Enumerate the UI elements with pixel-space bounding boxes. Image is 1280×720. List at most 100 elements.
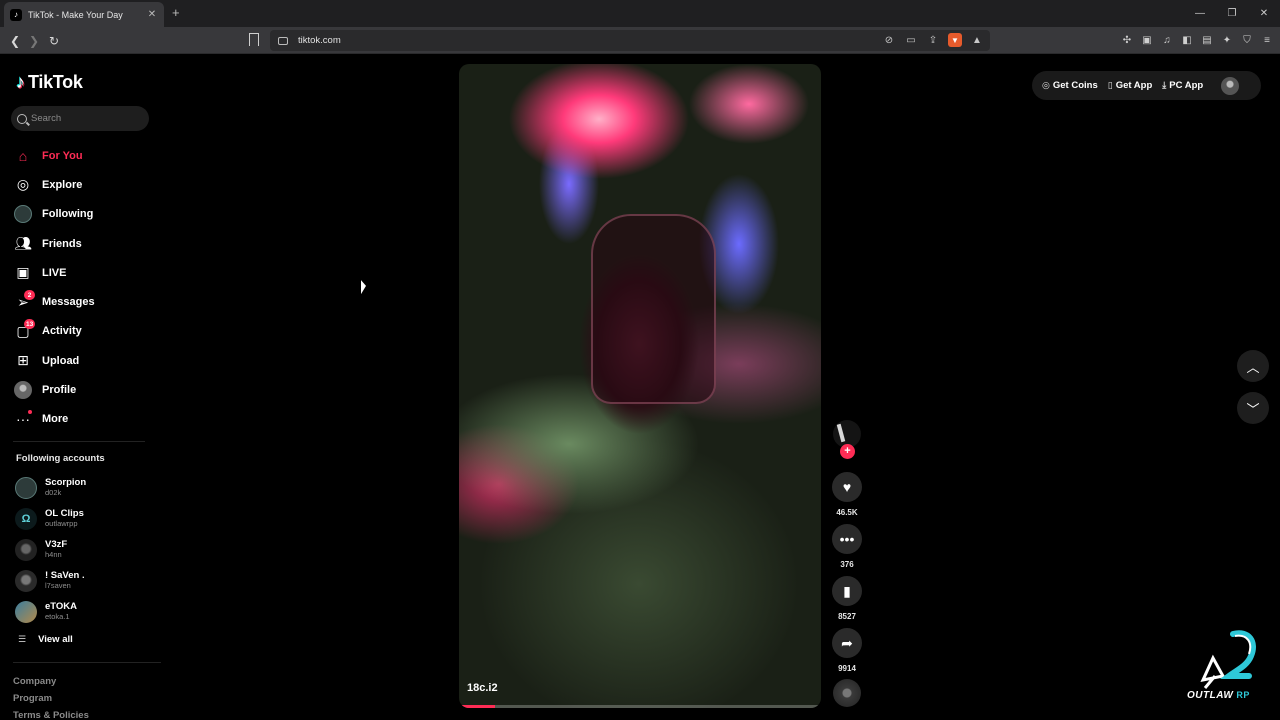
home-icon: ⌂	[18, 147, 28, 164]
url-text: tikt​ok.com	[298, 35, 341, 46]
user-avatar[interactable]	[1221, 76, 1240, 95]
share-count: 9914	[838, 664, 856, 673]
video-player[interactable]: 18c.i2	[459, 64, 821, 708]
account-handle: etoka.1	[45, 611, 70, 621]
sidebar-item-explore[interactable]: ◎ Explore	[14, 170, 154, 199]
footer-link-program[interactable]: Program	[13, 693, 89, 704]
tab-title: TikTok - Make Your Day	[28, 9, 123, 20]
site-settings-icon[interactable]	[278, 36, 288, 45]
forward-icon[interactable]: ❯	[25, 32, 43, 50]
cast-icon[interactable]: ▭	[904, 33, 918, 47]
sidebar-item-more[interactable]: ··· More	[14, 405, 154, 434]
video-caption[interactable]: 18c.i2	[467, 682, 498, 694]
activity-badge: 13	[24, 319, 36, 330]
sidebar-item-friends[interactable]: 👥︎ Friends	[14, 229, 154, 258]
address-bar[interactable]: tikt​ok.com ⊘ ▭ ⇪ ▼ ▲	[270, 30, 990, 51]
sidebar-icon[interactable]: ◧	[1180, 32, 1194, 48]
window-controls: — ❐ ✕	[1184, 0, 1280, 27]
view-all-label: View all	[38, 634, 73, 645]
account-item[interactable]: Scorpion d02k	[15, 472, 155, 503]
new-tab-icon[interactable]: +	[172, 5, 180, 20]
tiktok-favicon-icon: ♪	[10, 8, 22, 21]
next-video-button[interactable]: ﹀	[1237, 392, 1269, 424]
list-icon: ☰	[18, 634, 27, 644]
share-arrow-icon[interactable]: ➦	[832, 628, 862, 658]
following-accounts-title: Following accounts	[16, 453, 105, 464]
view-all-link[interactable]: ☰ View all	[18, 634, 73, 645]
account-item[interactable]: V3zF h4nn	[15, 534, 155, 565]
live-tv-icon: ▣	[16, 264, 30, 281]
following-avatar-icon	[14, 205, 32, 224]
avatar	[15, 476, 37, 499]
previous-video-button[interactable]: ︿	[1237, 350, 1269, 382]
sidebar-item-label: LIVE	[42, 266, 67, 279]
browser-tab[interactable]: ♪ TikTok - Make Your Day ✕	[4, 2, 164, 27]
sidebar-item-upload[interactable]: ⊞ Upload	[14, 346, 154, 375]
footer-link-company[interactable]: Company	[13, 676, 89, 687]
back-icon[interactable]: ❮	[6, 32, 24, 50]
sidebar-item-profile[interactable]: Profile	[14, 375, 154, 404]
follow-plus-icon[interactable]: +	[840, 444, 855, 459]
get-app-button[interactable]: ▯ Get App	[1108, 80, 1153, 91]
search-input[interactable]	[31, 113, 141, 124]
wallet-icon[interactable]: ▤	[1200, 32, 1214, 48]
get-coins-button[interactable]: ◎ Get Coins	[1042, 80, 1098, 91]
close-tab-icon[interactable]: ✕	[146, 9, 158, 20]
sidebar-item-label: For You	[42, 149, 83, 162]
get-app-label: Get App	[1115, 80, 1153, 91]
following-accounts-list: Scorpion d02k Ω OL Clips outlawrpp V3zF h4n…	[15, 472, 155, 627]
close-window-icon[interactable]: ✕	[1248, 0, 1280, 27]
vpn-icon[interactable]: ⛉	[1240, 32, 1254, 48]
browser-toolbar: ❮ ❯ ↻ tikt​ok.com ⊘ ▭ ⇪ ▼ ▲ ✣ ▣ ♫ ◧ ▤ ✦ …	[0, 27, 1280, 54]
coin-icon: ◎	[1042, 80, 1050, 90]
sidebar-item-label: Profile	[42, 384, 77, 397]
no-video-icon[interactable]: ⊘	[882, 33, 896, 47]
sidebar-item-live[interactable]: ▣ LIVE	[14, 258, 154, 287]
sidebar-item-for-you[interactable]: ⌂ For You	[14, 141, 154, 170]
brave-shields-icon[interactable]: ▼	[948, 33, 962, 47]
menu-icon[interactable]: ≡	[1260, 32, 1274, 48]
heart-icon[interactable]: ♥	[832, 472, 862, 502]
account-item[interactable]: Ω OL Clips outlawrpp	[15, 503, 155, 534]
activity-icon: ▢ 13	[16, 319, 36, 339]
share-icon[interactable]: ⇪	[926, 33, 940, 47]
sidebar-item-following[interactable]: Following	[14, 200, 154, 229]
tab-search-icon[interactable]: ▣	[1140, 32, 1154, 48]
download-icon: ⤓	[1162, 80, 1167, 90]
footer-link-terms[interactable]: Terms & Policies	[13, 710, 89, 720]
account-name: ! SaVen .	[45, 569, 85, 581]
watermark-main: OUTLAW	[1187, 690, 1234, 701]
sidebar-item-messages[interactable]: ➢ 2 Messages	[14, 287, 154, 316]
sidebar-item-label: Activity	[42, 325, 82, 338]
brave-rewards-icon[interactable]: ▲	[970, 33, 984, 47]
reload-icon[interactable]: ↻	[45, 32, 63, 50]
save-count: 8527	[838, 612, 856, 621]
pc-app-button[interactable]: ⤓ PC App	[1162, 80, 1203, 91]
sidebar-item-activity[interactable]: ▢ 13 Activity	[14, 317, 154, 346]
chevron-down-icon: ﹀	[1246, 401, 1260, 417]
comment-icon[interactable]: •••	[832, 524, 862, 554]
minimize-icon[interactable]: —	[1184, 0, 1216, 27]
music-disc-icon[interactable]	[833, 679, 861, 707]
sidebar-nav: ⌂ For You ◎ Explore Following 👥︎ Friends…	[14, 141, 154, 434]
video-progress-bar[interactable]	[459, 705, 821, 708]
extension-icons: ✣ ▣ ♫ ◧ ▤ ✦ ⛉ ≡	[1120, 32, 1274, 48]
like-action: ♥ 46.5K	[832, 472, 862, 517]
sidebar-divider	[13, 662, 161, 663]
save-action: ▮ 8527	[832, 576, 862, 621]
comment-count: 376	[840, 560, 854, 569]
restore-icon[interactable]: ❐	[1216, 0, 1248, 27]
sidebar-item-label: Friends	[42, 237, 82, 250]
extensions-icon[interactable]: ✣	[1120, 32, 1134, 48]
leo-ai-icon[interactable]: ✦	[1220, 32, 1234, 48]
account-item[interactable]: ! SaVen . l7saven	[15, 565, 155, 596]
account-item[interactable]: eTOKA etoka.1	[15, 596, 155, 627]
music-icon[interactable]: ♫	[1160, 32, 1174, 48]
top-actions-bar: ◎ Get Coins ▯ Get App ⤓ PC App	[1032, 71, 1261, 100]
browser-tab-bar: ♪ TikTok - Make Your Day ✕ + — ❐ ✕	[0, 0, 1280, 27]
bookmark-icon[interactable]: ▮	[832, 576, 862, 606]
tiktok-logo[interactable]: ♪ TikTok	[16, 72, 83, 93]
bookmark-icon[interactable]	[249, 33, 259, 46]
search-box[interactable]	[11, 106, 149, 131]
share-action: ➦ 9914	[832, 628, 862, 673]
